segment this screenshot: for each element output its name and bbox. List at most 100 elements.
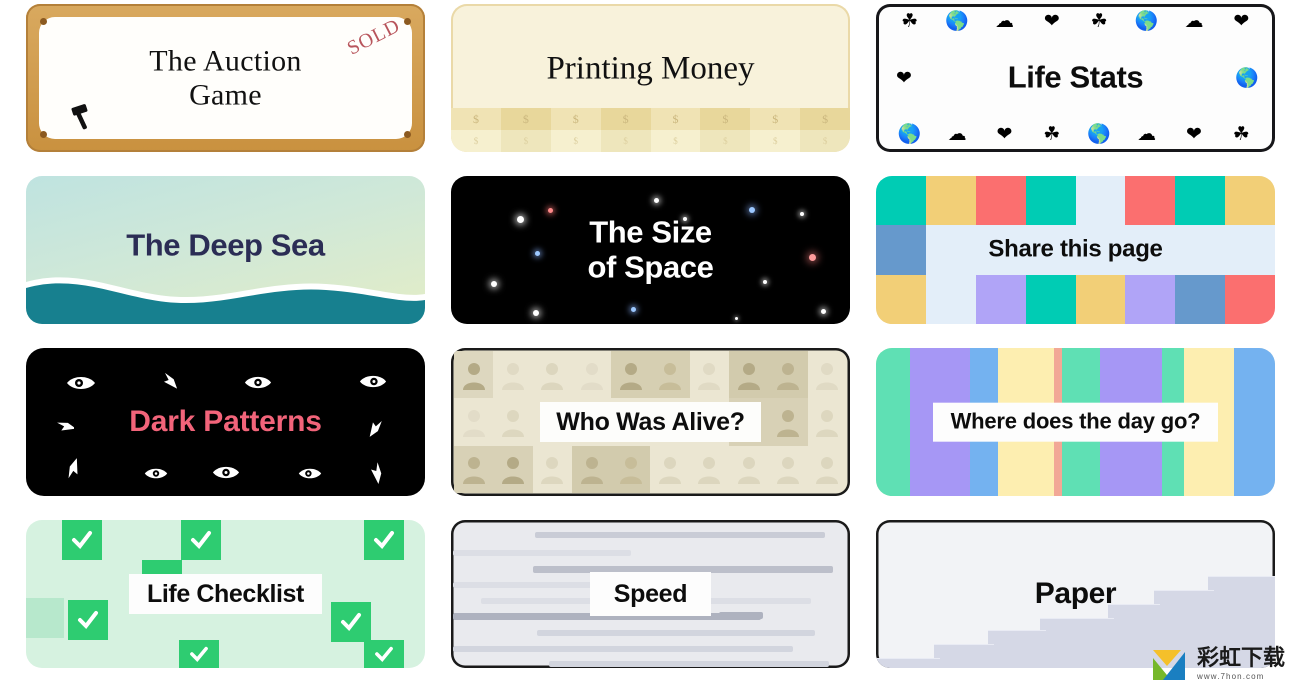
- color-block: [1225, 274, 1275, 324]
- card-life-checklist[interactable]: Life Checklist: [26, 520, 425, 668]
- dollar-bill-icon: $: [650, 130, 701, 152]
- person-silhouette-icon: [808, 446, 847, 493]
- dollar-bill-icon: $: [700, 108, 751, 130]
- card-where-does-the-day-go[interactable]: Where does the day go?: [876, 348, 1275, 496]
- paper-step: [1040, 618, 1114, 668]
- screw-dot-icon: [40, 131, 47, 138]
- person-silhouette-icon: [611, 351, 651, 399]
- color-block: [925, 274, 976, 324]
- star-dot: [631, 307, 636, 312]
- dollar-bill-icon: $: [700, 130, 751, 152]
- card-life-stats[interactable]: ☘ 🌎 ☁ ❤ ☘ 🌎 ☁ ❤ ❤ 🌎 🌎 ☁ ❤ ☘ 🌎 ☁ ❤ ☘ Life…: [876, 4, 1275, 152]
- heart-icon: ❤: [1043, 11, 1060, 32]
- heart-icon: ❤: [1233, 11, 1250, 32]
- dollar-bill-icon: $: [650, 108, 701, 130]
- person-silhouette-icon: [572, 351, 611, 398]
- person-silhouette-icon: [690, 351, 729, 398]
- checkmark-icon: [179, 640, 219, 668]
- color-block: [925, 176, 976, 226]
- speed-bar: [537, 630, 815, 636]
- star-dot: [548, 208, 553, 213]
- heart-icon: ❤: [1185, 124, 1202, 145]
- eye-icon: [244, 376, 272, 389]
- cloud-icon: ☁: [947, 124, 967, 145]
- person-silhouette-icon: [454, 351, 494, 399]
- card-title-line: of Space: [587, 249, 714, 284]
- card-title: Where does the day go?: [876, 402, 1275, 442]
- dollar-bill-icon: $: [500, 130, 551, 152]
- color-block: [975, 176, 1026, 226]
- card-title-line: The Deep Sea: [126, 227, 325, 263]
- clover-icon: ☘: [1232, 124, 1250, 145]
- dollar-bill-icon: $: [600, 130, 651, 152]
- card-title: Who Was Alive?: [451, 402, 850, 442]
- checkmark-icon: [364, 640, 404, 668]
- person-silhouette-icon: [650, 351, 690, 399]
- watermark: 彩虹下载 www.7hon.com: [1151, 640, 1307, 689]
- screw-dot-icon: [404, 131, 411, 138]
- screw-dot-icon: [404, 18, 411, 25]
- card-title-line: Who Was Alive?: [540, 402, 761, 442]
- clover-icon: ☘: [901, 11, 919, 32]
- person-silhouette-icon: [533, 446, 572, 493]
- card-title-line: The Size: [589, 214, 712, 250]
- speed-bar: [549, 661, 829, 667]
- person-silhouette-icon: [611, 445, 651, 493]
- card-title-line: Life Stats: [1007, 59, 1144, 95]
- person-silhouette-icon: [493, 445, 533, 493]
- card-auction-game[interactable]: SOLD The Auction Game: [26, 4, 425, 152]
- card-title: The Size of Space: [451, 215, 850, 284]
- card-title-line: Printing Money: [546, 50, 755, 87]
- speed-bar: [453, 550, 631, 556]
- card-dark-patterns[interactable]: Dark Patterns: [26, 348, 425, 496]
- person-silhouette-icon: [493, 351, 532, 398]
- person-row: [454, 445, 847, 493]
- dollar-bill-icon: $: [550, 108, 601, 130]
- dollar-bill-icon: $: [750, 108, 801, 130]
- person-silhouette-icon: [690, 446, 729, 493]
- card-title: Life Stats: [876, 59, 1275, 96]
- card-title: Dark Patterns: [26, 405, 425, 439]
- color-block: [1175, 274, 1226, 324]
- card-title-line: Paper: [1034, 577, 1117, 611]
- card-who-was-alive[interactable]: Who Was Alive?: [451, 348, 850, 496]
- eye-icon: [67, 377, 95, 389]
- card-printing-money[interactable]: $ $ $ $ $ $ $ $ $ $ $ $ $ $ $ $ Printing…: [451, 4, 850, 152]
- card-title: The Deep Sea: [26, 227, 425, 263]
- wave-decoration: [26, 260, 425, 324]
- emoji-row: ☘ 🌎 ☁ ❤ ☘ 🌎 ☁ ❤: [886, 12, 1265, 31]
- cursor-arrow-icon: [163, 372, 177, 389]
- cloud-icon: ☁: [1184, 11, 1204, 32]
- card-share-this-page[interactable]: Share this page: [876, 176, 1275, 324]
- person-silhouette-icon: [454, 445, 494, 493]
- person-silhouette-icon: [533, 351, 572, 398]
- person-silhouette-icon: [729, 446, 768, 493]
- earth-globe-icon: 🌎: [897, 124, 922, 145]
- eye-icon: [359, 375, 387, 388]
- color-block: [1025, 176, 1076, 226]
- star-dot: [654, 198, 659, 203]
- watermark-brand: 彩虹下载: [1197, 646, 1286, 671]
- cloud-icon: ☁: [994, 11, 1014, 32]
- money-band-row: $ $ $ $ $ $ $ $: [451, 130, 850, 152]
- card-size-of-space[interactable]: The Size of Space: [451, 176, 850, 324]
- star-dot: [749, 207, 755, 213]
- dollar-bill-icon: $: [550, 130, 601, 152]
- card-speed[interactable]: Speed: [451, 520, 850, 668]
- money-band-row: $ $ $ $ $ $ $ $: [451, 108, 850, 130]
- color-block: [876, 176, 926, 226]
- earth-globe-icon: 🌎: [1134, 11, 1159, 32]
- speed-bar: [535, 532, 825, 538]
- watermark-text: 彩虹下载 www.7hon.com: [1197, 648, 1285, 681]
- card-deep-sea[interactable]: The Deep Sea: [26, 176, 425, 324]
- card-title-line: Speed: [589, 572, 712, 616]
- person-silhouette-icon: [768, 446, 807, 493]
- checkmark-icon: [181, 520, 221, 560]
- eye-icon: [212, 466, 240, 479]
- person-row: [454, 351, 847, 399]
- heart-icon: ❤: [996, 124, 1013, 145]
- card-title-line: Life Checklist: [129, 574, 322, 614]
- star-dot: [533, 310, 539, 316]
- card-title: Life Checklist: [26, 574, 425, 614]
- star-dot: [821, 309, 826, 314]
